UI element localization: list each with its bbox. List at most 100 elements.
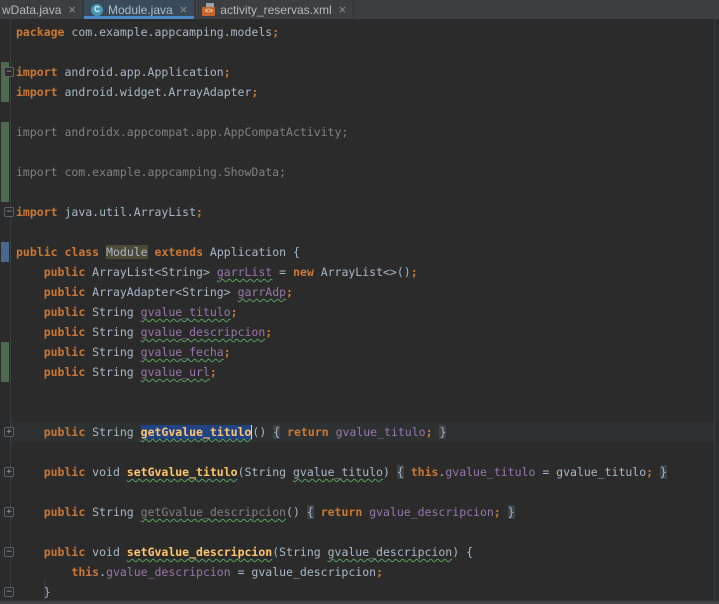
code-token: package [16, 25, 65, 39]
code-token: gvalue_descripcion [369, 505, 494, 519]
code-token: Application { [203, 245, 300, 259]
code-line[interactable]: import androidx.appcompat.app.AppCompatA… [0, 122, 719, 142]
code-line[interactable] [0, 482, 719, 502]
code-line[interactable]: public String getGvalue_descripcion() { … [0, 502, 719, 522]
close-icon[interactable]: × [68, 0, 76, 19]
xml-tag-icon: <> [202, 7, 216, 16]
fold-marker-icon[interactable]: − [4, 547, 14, 557]
tab-showdata-java[interactable]: wData.java × [0, 0, 84, 19]
code-line[interactable]: public String getGvalue_titulo() { retur… [0, 422, 719, 442]
fold-marker-icon[interactable]: − [4, 587, 14, 597]
code-line[interactable] [0, 182, 719, 202]
fold-marker-icon[interactable]: − [4, 207, 14, 217]
code-token: ) { [452, 545, 473, 559]
code-line[interactable] [0, 142, 719, 162]
code-token: gvalue_url [140, 365, 210, 379]
code-line[interactable]: import android.app.Application; [0, 62, 719, 82]
editor-gutter[interactable]: − − + + + − − [0, 19, 14, 600]
code-line[interactable]: public ArrayList<String> garrList = new … [0, 262, 719, 282]
scrollbar-track[interactable] [714, 19, 719, 600]
code-line[interactable]: public void setGvalue_descripcion(String… [0, 542, 719, 562]
code-line[interactable]: public class Module extends Application … [0, 242, 719, 262]
code-token: gvalue_titulo [335, 425, 426, 439]
code-line[interactable]: public String gvalue_descripcion; [0, 322, 719, 342]
fold-marker-icon[interactable]: + [4, 427, 14, 437]
code-token: = gvalue_titulo [535, 465, 647, 479]
vcs-change-bar[interactable] [1, 242, 9, 262]
code-token: java.util.ArrayList [57, 205, 197, 219]
code-line[interactable]: package com.example.appcamping.models; [0, 22, 719, 42]
code-token: String [85, 365, 141, 379]
code-line[interactable]: import android.widget.ArrayAdapter; [0, 82, 719, 102]
code-token: public [43, 425, 86, 439]
code-line[interactable]: import com.example.appcamping.ShowData; [0, 162, 719, 182]
code-line[interactable] [0, 522, 719, 542]
code-line[interactable] [0, 222, 719, 242]
code-line[interactable]: } [0, 582, 719, 602]
code-token: ; [251, 85, 259, 99]
code-line[interactable]: public ArrayAdapter<String> garrAdp; [0, 282, 719, 302]
code-token: android.app.Application [57, 65, 224, 79]
code-token: android.widget.ArrayAdapter [57, 85, 252, 99]
code-token: getGvalue_titulo [140, 425, 252, 439]
code-token: ArrayList<String> [85, 265, 217, 279]
code-line[interactable]: import java.util.ArrayList; [0, 202, 719, 222]
fold-marker-icon[interactable]: − [4, 67, 14, 77]
code-token: } [16, 585, 51, 599]
fold-marker-icon[interactable]: + [4, 467, 14, 477]
code-token: Module [106, 245, 148, 259]
code-line[interactable] [0, 402, 719, 422]
code-token: import [16, 85, 58, 99]
code-token: void [85, 465, 127, 479]
code-line[interactable]: public String gvalue_url; [0, 362, 719, 382]
code-token: ; [493, 505, 501, 519]
code-token: gvalue_fecha [140, 345, 224, 359]
code-token: public [43, 365, 86, 379]
tab-module-java[interactable]: C Module.java × [83, 0, 196, 19]
code-line[interactable] [0, 102, 719, 122]
code-line[interactable] [0, 442, 719, 462]
code-token: } [660, 465, 667, 479]
code-token: public [43, 265, 86, 279]
code-token: ; [265, 325, 273, 339]
code-line[interactable]: public String gvalue_titulo; [0, 302, 719, 322]
editor-tab-bar: wData.java × C Module.java × <> activity… [0, 0, 719, 19]
code-line[interactable]: public void setGvalue_titulo(String gval… [0, 462, 719, 482]
code-token: class [64, 245, 100, 259]
java-class-icon: C [90, 3, 103, 16]
vcs-change-bar[interactable] [1, 122, 9, 202]
tab-label: Module.java [107, 2, 173, 17]
close-icon[interactable]: × [339, 0, 347, 19]
code-line[interactable]: public String gvalue_fecha; [0, 342, 719, 362]
code-line[interactable] [0, 42, 719, 62]
code-token: import com.example.appcamping.ShowData; [16, 165, 287, 179]
code-token: return [320, 505, 363, 519]
fold-marker-icon[interactable]: + [4, 507, 14, 517]
close-icon[interactable]: × [180, 0, 188, 19]
code-line[interactable] [0, 382, 719, 402]
code-line[interactable]: this.gvalue_descripcion = gvalue_descrip… [0, 562, 719, 582]
vcs-change-bar[interactable] [1, 342, 9, 382]
code-token: public [16, 245, 58, 259]
code-token: public [43, 545, 86, 559]
code-editor[interactable]: package com.example.appcamping.models; im… [0, 19, 719, 602]
code-token: ; [410, 265, 418, 279]
code-area[interactable]: package com.example.appcamping.models; im… [0, 19, 719, 600]
code-token: () [252, 425, 274, 439]
code-token: = gvalue_descripcion [230, 565, 377, 579]
code-token: ArrayList<>() [313, 265, 411, 279]
tab-activity-reservas-xml[interactable]: <> activity_reservas.xml × [195, 0, 355, 19]
code-token: this [71, 565, 100, 579]
code-token: ) [382, 465, 397, 479]
code-token: ; [209, 365, 217, 379]
